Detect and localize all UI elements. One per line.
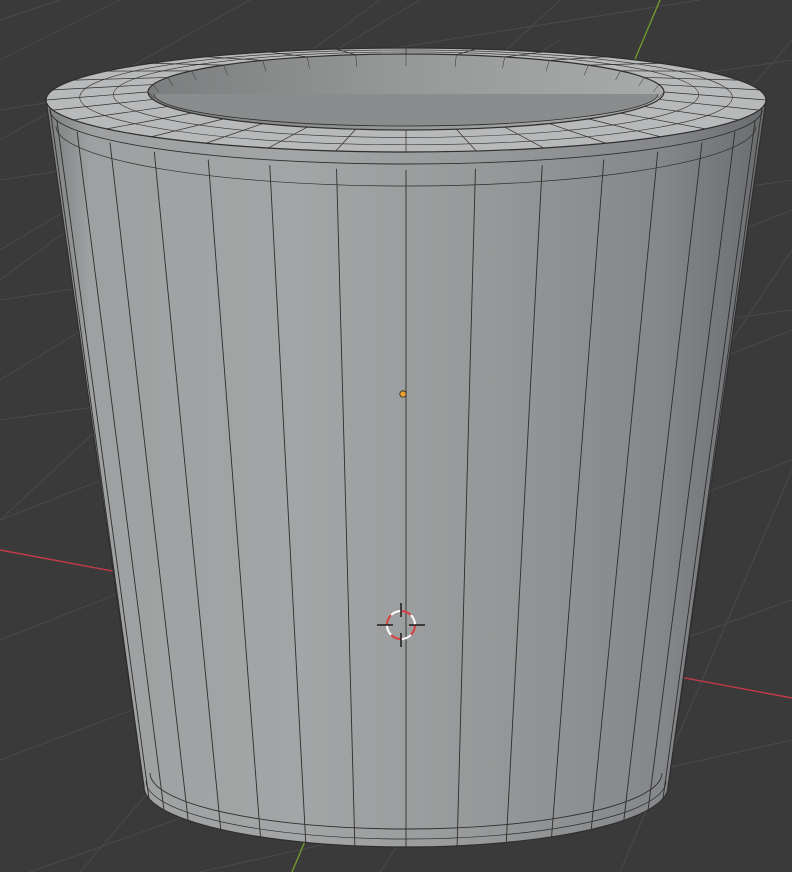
3d-viewport[interactable]: [0, 0, 792, 872]
grid-line: [0, 0, 61, 21]
object-origin-point: [399, 390, 407, 398]
cylinder-mesh-object[interactable]: [45, 47, 767, 848]
grid-line: [0, 0, 121, 61]
viewport-canvas[interactable]: [0, 0, 792, 872]
